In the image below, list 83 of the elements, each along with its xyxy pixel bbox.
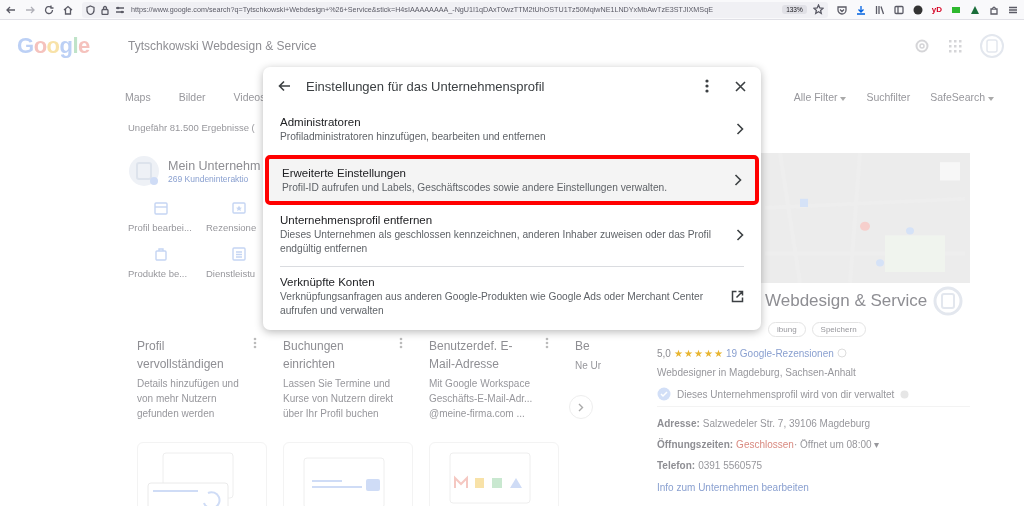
menu-icon[interactable] — [1008, 4, 1018, 15]
fact-label: Telefon: — [657, 460, 696, 471]
settings-item[interactable]: Erweiterte Einstellungen Profil-ID aufrufen und Labels, Geschäftscodes sowie andere Einstellungen verwalten. — [265, 155, 759, 205]
external-link-icon[interactable] — [731, 290, 744, 303]
card-title: Profil vervollständigen — [137, 338, 225, 373]
extension-button[interactable]: yD — [931, 5, 942, 14]
verified-icon — [657, 387, 671, 401]
interactions-link[interactable]: 269 Kundeninteraktio — [168, 173, 249, 184]
back-arrow-icon[interactable] — [278, 80, 291, 92]
fact-label: Öffnungszeiten: — [657, 439, 734, 450]
card-title: Buchungen einrichten — [283, 338, 345, 373]
item-description: Profiladministratoren hinzufügen, bearbeiten und entfernen — [280, 129, 547, 144]
star-icon[interactable] — [812, 4, 824, 15]
chevron-right-icon — [578, 402, 584, 412]
permissions-icon[interactable] — [115, 4, 125, 15]
chevron-right-icon[interactable] — [736, 228, 744, 241]
card-description: Ne Ur — [575, 359, 603, 373]
star-icon: ★ — [713, 347, 723, 359]
google-logo[interactable]: Google — [17, 33, 128, 59]
pocket-icon[interactable] — [836, 4, 847, 15]
item-description: Dieses Unternehmen als geschlossen kennzeichnen, anderen Inhaber zuweisen oder das Profil endgültig entfernen — [280, 228, 712, 256]
filter-button[interactable]: Suchfilter — [866, 91, 911, 103]
dialog-title: Einstellungen für das Unternehmensprofil — [306, 78, 546, 94]
search-tab[interactable]: Maps — [125, 91, 151, 103]
action-label[interactable]: Dienstleistu — [206, 268, 256, 279]
reviews-link[interactable]: 19 Google-Rezensionen — [725, 347, 834, 359]
star-icon: ★ — [693, 347, 703, 359]
review-icon — [232, 202, 246, 215]
chevron-right-icon[interactable] — [734, 174, 742, 186]
star-icon: ★ — [683, 347, 693, 359]
status-text: Geschlossen — [736, 439, 794, 450]
item-title: Administratoren — [280, 114, 362, 130]
item-description: Verknüpfungsanfragen aus anderen Google-Produkten wie Google Ads oder Merchant Center aufrufen und verwalten — [280, 290, 705, 318]
action-label[interactable]: Rezensione — [206, 222, 257, 233]
card-description: Lassen Sie Termine und Kurse von Nutzern direkt über Ihr Profil buchen — [283, 377, 395, 421]
card-description: Mit Google Workspace Geschäfts-E-Mail-Adr... @meine-firma.com ... — [429, 377, 534, 421]
home-icon[interactable] — [63, 4, 73, 15]
fact-value: Salzwedeler Str. 7, 39106 Magdeburg — [702, 418, 871, 429]
card-title: Benutzerdef. E-Mail-Adresse — [429, 338, 514, 373]
item-title: Unternehmensprofil entfernen — [280, 213, 434, 228]
sidebar-icon[interactable] — [893, 4, 904, 15]
item-title: Verknüpfte Konten — [280, 275, 376, 290]
business-title: Webdesign & Service — [765, 291, 928, 311]
business-avatar-icon — [933, 286, 964, 316]
fact-label: Adresse: — [657, 418, 700, 429]
result-stats: Ungefähr 81.500 Ergebnisse ( — [128, 122, 255, 133]
lock-icon[interactable] — [101, 4, 109, 15]
download-icon[interactable] — [855, 4, 866, 15]
search-tab[interactable]: Bilder — [178, 91, 206, 103]
item-description: Profil-ID aufrufen und Labels, Geschäftscodes sowie andere Einstellungen verwalten. — [282, 180, 669, 195]
card-title: Be — [575, 338, 590, 355]
library-icon[interactable] — [874, 4, 885, 15]
reload-icon[interactable] — [44, 4, 54, 15]
list-icon — [232, 247, 246, 261]
business-category: Webdesigner in Magdeburg, Sachsen-Anhalt — [657, 366, 857, 380]
settings-item[interactable]: Unternehmensprofil entfernen Dieses Unternehmen als geschlossen kennzeichnen, anderen Inhaber zuweisen oder das Profil endgültig entfernen — [263, 207, 761, 262]
store-icon — [154, 202, 168, 215]
extension-icon[interactable] — [970, 4, 980, 15]
edit-info-link[interactable]: Info zum Unternehmen bearbeiten — [657, 482, 809, 493]
action-label[interactable]: Produkte be... — [128, 268, 188, 279]
extension-icon[interactable] — [912, 4, 923, 15]
shield-icon — [86, 4, 95, 15]
more-icon[interactable] — [705, 79, 709, 93]
settings-item[interactable]: Administratoren Profiladministratoren hinzufügen, bearbeiten und entfernen — [263, 105, 761, 153]
settings-item[interactable]: Verknüpfte Konten Verknüpfungsanfragen aus anderen Google-Produkten wie Google Ads oder Merchant Center aufrufen und verwalten — [280, 266, 744, 320]
bag-icon — [154, 247, 168, 261]
chevron-right-icon[interactable] — [736, 123, 744, 135]
fact-value: · Öffnet um 08:00 ▾ — [793, 439, 880, 450]
business-avatar-icon — [128, 155, 160, 187]
star-icon: ★ — [673, 347, 683, 359]
managed-notice: Dieses Unternehmensprofil wird von dir verwaltet — [677, 388, 895, 400]
filter-button[interactable]: SafeSearch — [930, 91, 994, 103]
business-name: Mein Unternehm — [168, 158, 261, 173]
search-field[interactable]: Tytschkowski Webdesign & Service — [128, 39, 598, 53]
fact-value: 0391 5560575 — [698, 460, 763, 471]
card-description: Details hinzufügen und von mehr Nutzern gefunden werden — [137, 377, 240, 421]
rating-value: 5,0 — [657, 347, 671, 359]
action-label[interactable]: Profil bearbei... — [128, 222, 192, 233]
item-title: Erweiterte Einstellungen — [282, 165, 407, 181]
filter-button[interactable]: Alle Filter — [793, 91, 847, 103]
back-icon[interactable] — [6, 4, 16, 15]
star-icon: ★ — [703, 347, 713, 359]
close-icon[interactable] — [735, 80, 746, 92]
